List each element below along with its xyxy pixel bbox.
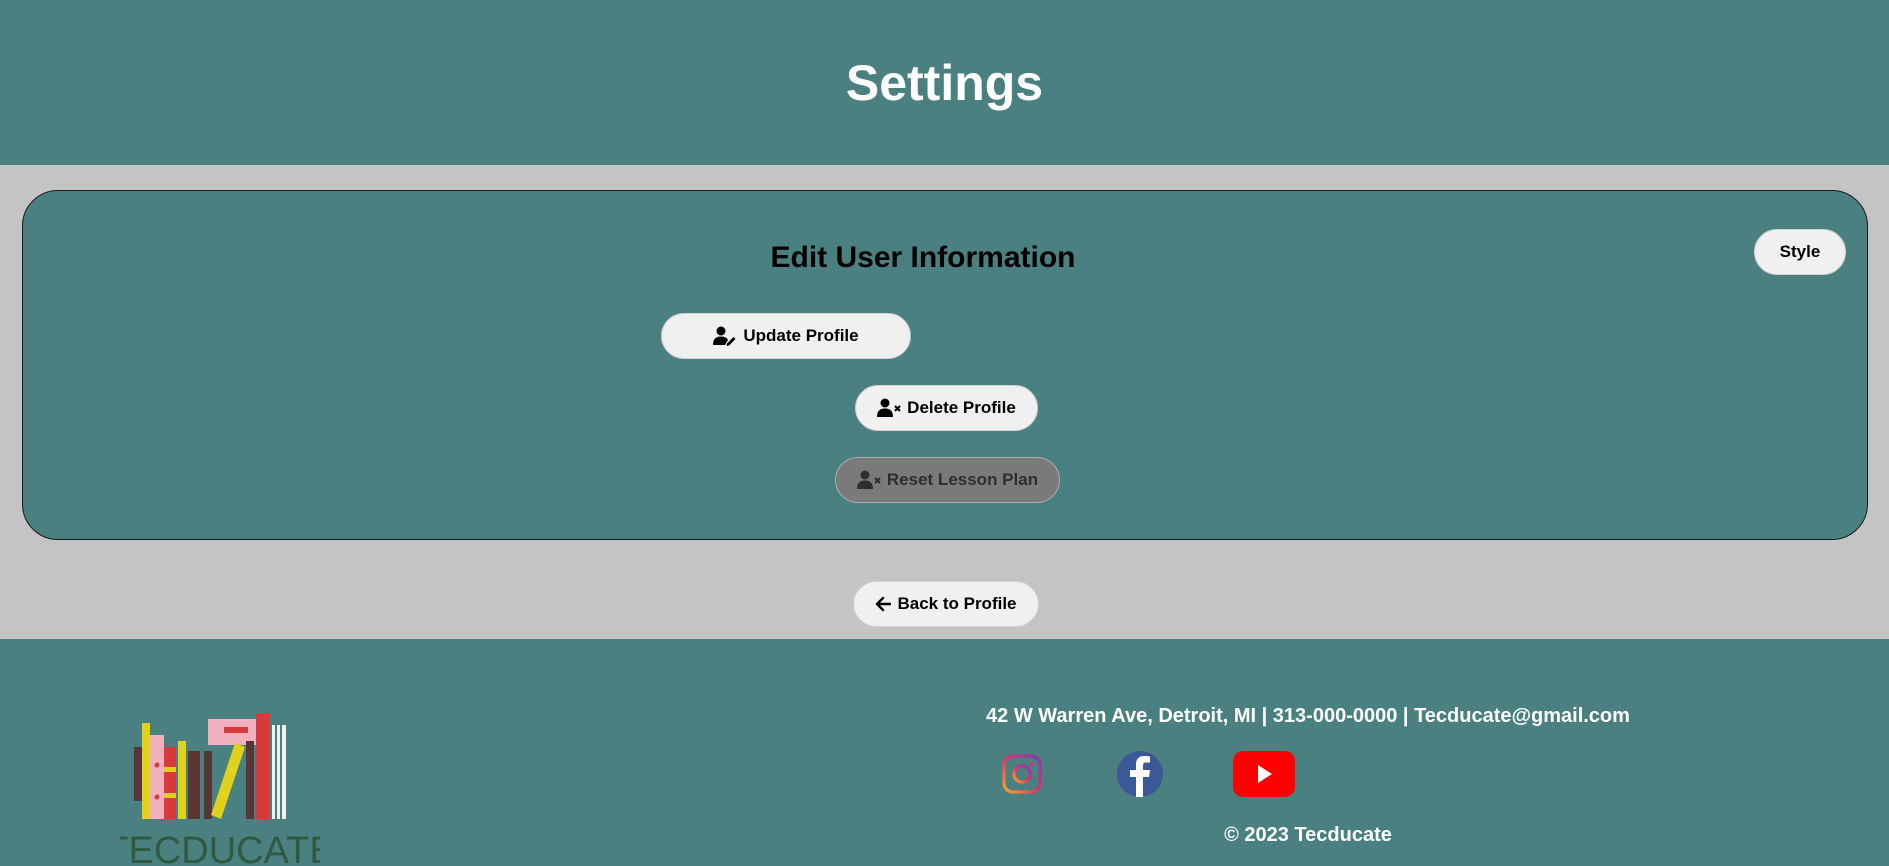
delete-profile-label: Delete Profile — [907, 398, 1016, 417]
user-x-icon — [877, 398, 901, 417]
youtube-icon[interactable] — [1233, 751, 1295, 797]
page-header: Settings — [0, 0, 1889, 165]
instagram-icon[interactable] — [992, 751, 1054, 797]
card-title: Edit User Information — [770, 241, 1076, 274]
delete-profile-button[interactable]: Delete Profile — [855, 385, 1038, 431]
svg-text:TECDUCATE: TECDUCATE — [120, 830, 320, 866]
style-button[interactable]: Style — [1754, 229, 1846, 275]
page-footer: TECDUCATE 42 W Warren Ave, Detroit, MI |… — [0, 639, 1889, 866]
facebook-icon[interactable] — [1109, 751, 1171, 797]
edit-user-card: Edit User Information Style Update Profi… — [22, 190, 1868, 540]
copyright: © 2023 Tecducate — [1224, 824, 1392, 846]
tecducate-logo: TECDUCATE — [120, 713, 320, 866]
reset-lesson-plan-button[interactable]: Reset Lesson Plan — [835, 457, 1060, 503]
arrow-left-icon — [876, 596, 892, 612]
update-profile-button[interactable]: Update Profile — [661, 313, 911, 359]
back-to-profile-label: Back to Profile — [897, 594, 1017, 613]
style-button-label: Style — [1779, 242, 1821, 261]
user-x-icon — [856, 470, 881, 489]
reset-lesson-plan-label: Reset Lesson Plan — [886, 470, 1039, 489]
contact-info: 42 W Warren Ave, Detroit, MI | 313-000-0… — [986, 705, 1630, 727]
update-profile-label: Update Profile — [743, 326, 859, 345]
back-to-profile-button[interactable]: Back to Profile — [853, 581, 1039, 627]
page-title: Settings — [845, 54, 1044, 111]
user-edit-icon — [713, 326, 736, 346]
